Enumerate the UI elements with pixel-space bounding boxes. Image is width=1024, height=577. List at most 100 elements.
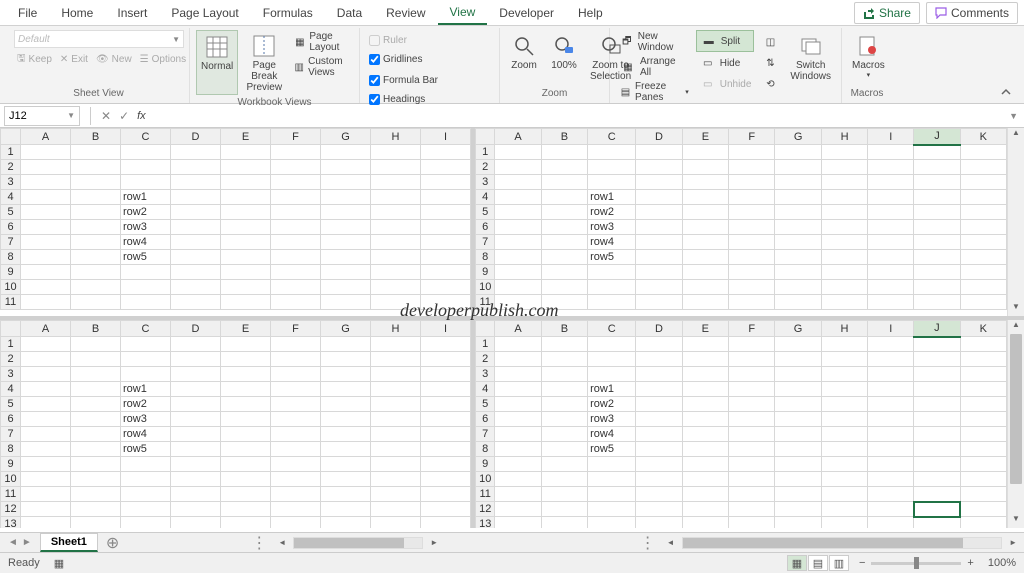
- cell[interactable]: [321, 457, 371, 472]
- cell[interactable]: [636, 295, 682, 310]
- cell[interactable]: [495, 220, 541, 235]
- cell[interactable]: [421, 280, 471, 295]
- column-header[interactable]: I: [421, 321, 471, 337]
- tab-help[interactable]: Help: [566, 2, 615, 24]
- cell[interactable]: [821, 412, 867, 427]
- column-header[interactable]: G: [775, 321, 821, 337]
- cell[interactable]: [868, 472, 914, 487]
- zoom-level[interactable]: 100%: [988, 557, 1016, 569]
- scroll-down-icon[interactable]: ▼: [1008, 514, 1024, 528]
- cell[interactable]: [21, 295, 71, 310]
- cell[interactable]: [868, 235, 914, 250]
- cell[interactable]: [960, 382, 1006, 397]
- cell[interactable]: row1: [121, 190, 171, 205]
- cell[interactable]: row2: [588, 397, 636, 412]
- cell[interactable]: [914, 250, 960, 265]
- cell[interactable]: [821, 190, 867, 205]
- cell[interactable]: [421, 427, 471, 442]
- row-header[interactable]: 2: [476, 352, 495, 367]
- tab-insert[interactable]: Insert: [105, 2, 159, 24]
- scroll-up-icon[interactable]: ▲: [1008, 128, 1024, 142]
- cell[interactable]: [71, 472, 121, 487]
- cell[interactable]: [371, 457, 421, 472]
- cell[interactable]: [960, 397, 1006, 412]
- cell[interactable]: [495, 442, 541, 457]
- cell[interactable]: [121, 160, 171, 175]
- cell[interactable]: [775, 517, 821, 529]
- row-header[interactable]: 12: [1, 502, 21, 517]
- switch-windows-button[interactable]: Switch Windows: [786, 30, 835, 104]
- cell[interactable]: [588, 517, 636, 529]
- cell[interactable]: [868, 205, 914, 220]
- cell[interactable]: [371, 145, 421, 160]
- cell[interactable]: [71, 160, 121, 175]
- cell[interactable]: [868, 250, 914, 265]
- hscroll-left-icon[interactable]: ◄: [664, 538, 678, 547]
- cell[interactable]: [868, 337, 914, 352]
- cell[interactable]: [371, 205, 421, 220]
- cell[interactable]: [914, 220, 960, 235]
- cell[interactable]: [682, 517, 728, 529]
- cell[interactable]: [588, 265, 636, 280]
- cell[interactable]: row2: [121, 205, 171, 220]
- cell[interactable]: [588, 337, 636, 352]
- cell[interactable]: [371, 427, 421, 442]
- cell[interactable]: [71, 280, 121, 295]
- share-button[interactable]: Share: [854, 2, 920, 24]
- zoom-thumb[interactable]: [914, 557, 919, 569]
- select-all-corner[interactable]: [476, 129, 495, 145]
- column-header[interactable]: C: [121, 129, 171, 145]
- cell[interactable]: [495, 487, 541, 502]
- cell[interactable]: [682, 280, 728, 295]
- column-header[interactable]: B: [71, 321, 121, 337]
- cell[interactable]: [221, 412, 271, 427]
- cell[interactable]: [21, 502, 71, 517]
- cell[interactable]: [821, 442, 867, 457]
- cell[interactable]: [636, 205, 682, 220]
- cell[interactable]: row5: [121, 442, 171, 457]
- hscroll-left-icon[interactable]: ◄: [275, 538, 289, 547]
- row-header[interactable]: 2: [1, 352, 21, 367]
- cell[interactable]: [71, 175, 121, 190]
- cell[interactable]: [636, 352, 682, 367]
- cell[interactable]: [221, 145, 271, 160]
- column-header[interactable]: H: [371, 129, 421, 145]
- cell[interactable]: [221, 352, 271, 367]
- cell[interactable]: [729, 250, 775, 265]
- cell[interactable]: [682, 265, 728, 280]
- column-header[interactable]: A: [21, 129, 71, 145]
- column-header[interactable]: A: [495, 129, 541, 145]
- cell[interactable]: [729, 457, 775, 472]
- cell[interactable]: [541, 382, 587, 397]
- cell[interactable]: [821, 235, 867, 250]
- cell[interactable]: [729, 382, 775, 397]
- cell[interactable]: [321, 517, 371, 529]
- zoom-slider[interactable]: − + 100%: [859, 557, 1016, 569]
- cell[interactable]: [775, 190, 821, 205]
- cell[interactable]: [221, 457, 271, 472]
- cell[interactable]: [71, 295, 121, 310]
- cell[interactable]: [588, 487, 636, 502]
- cell[interactable]: [729, 220, 775, 235]
- cell[interactable]: [321, 235, 371, 250]
- cell[interactable]: [71, 487, 121, 502]
- cell[interactable]: [636, 190, 682, 205]
- arrange-all-button[interactable]: ▦Arrange All: [616, 55, 692, 79]
- cell[interactable]: [371, 250, 421, 265]
- cell[interactable]: [271, 280, 321, 295]
- cell[interactable]: [960, 175, 1006, 190]
- cell[interactable]: [682, 205, 728, 220]
- cell[interactable]: [421, 367, 471, 382]
- cell[interactable]: [421, 160, 471, 175]
- cell[interactable]: [321, 352, 371, 367]
- cell[interactable]: [271, 235, 321, 250]
- cell[interactable]: [682, 502, 728, 517]
- cell[interactable]: [914, 160, 960, 175]
- cell[interactable]: [271, 352, 321, 367]
- cell[interactable]: [221, 382, 271, 397]
- tab-developer[interactable]: Developer: [487, 2, 566, 24]
- cell[interactable]: [729, 295, 775, 310]
- cell[interactable]: [71, 250, 121, 265]
- cell[interactable]: row4: [121, 427, 171, 442]
- cell[interactable]: [421, 442, 471, 457]
